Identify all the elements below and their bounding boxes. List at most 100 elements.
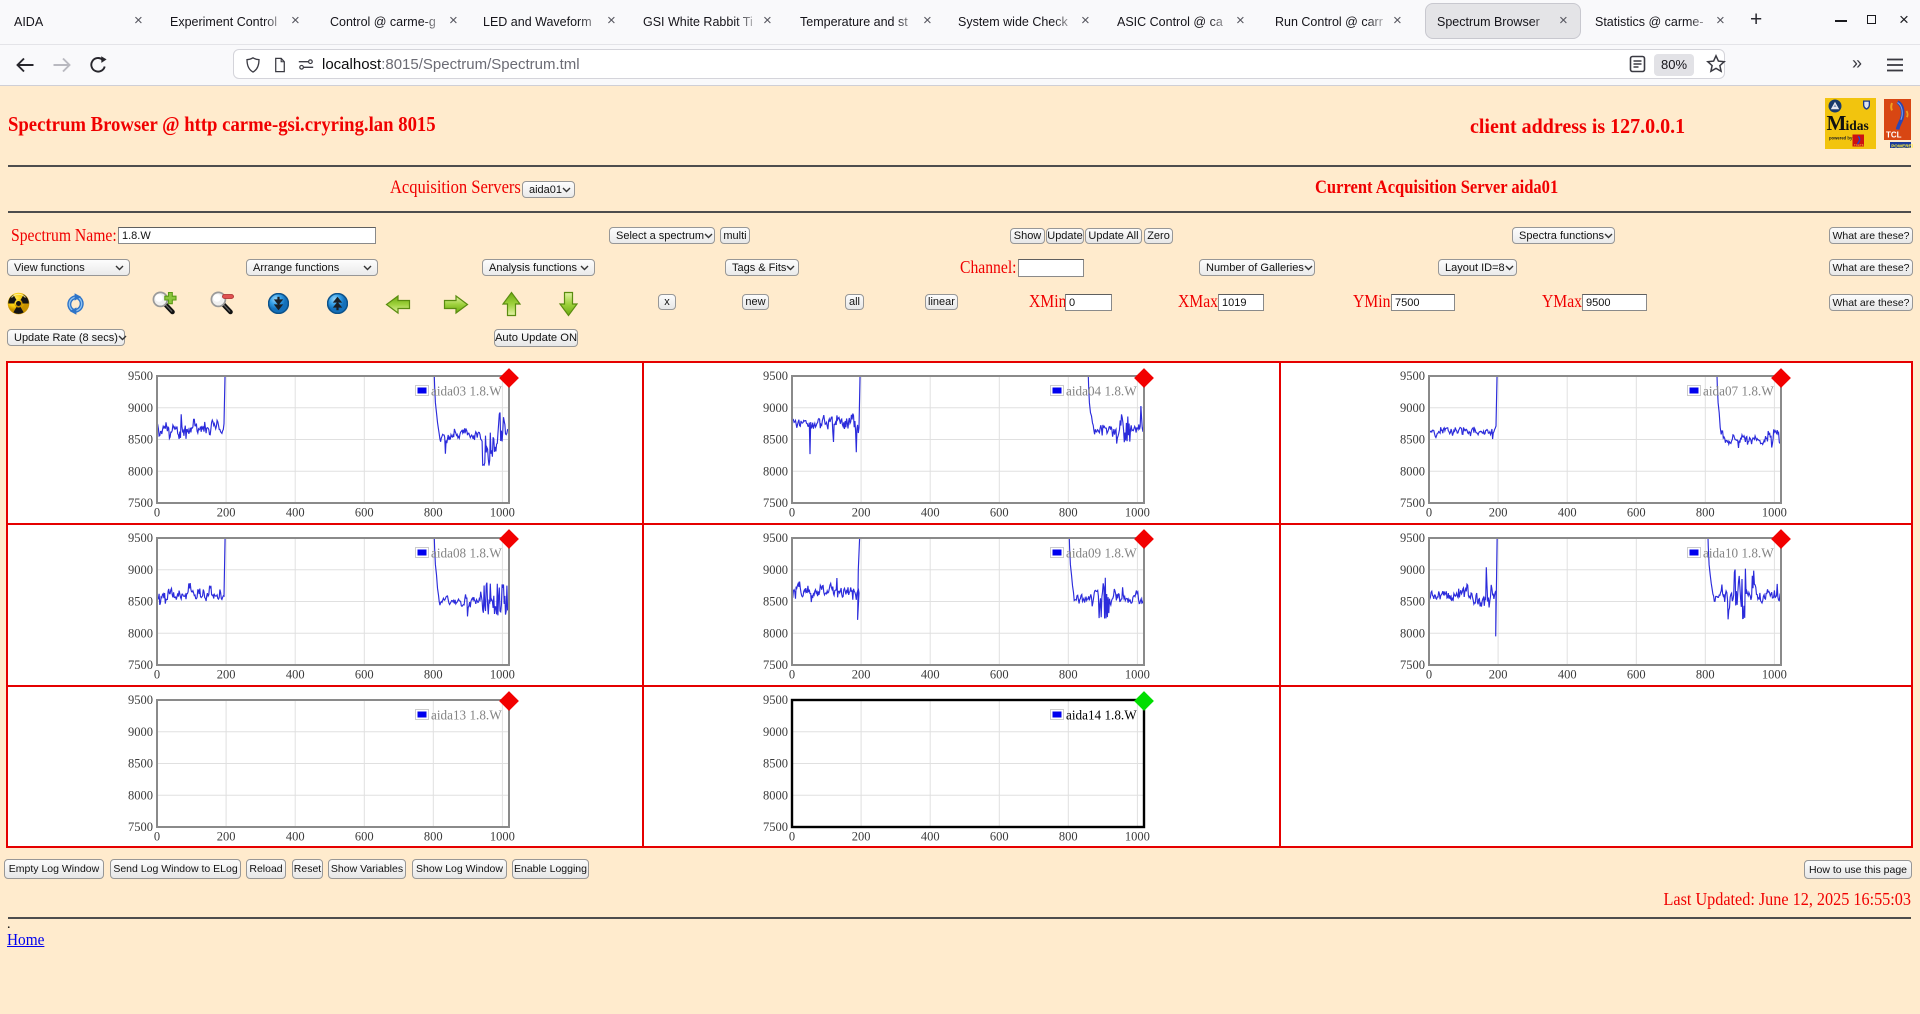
svg-text:400: 400 bbox=[286, 667, 305, 681]
svg-text:9500: 9500 bbox=[128, 693, 153, 707]
svg-text:9500: 9500 bbox=[128, 369, 153, 383]
svg-text:200: 200 bbox=[217, 667, 236, 681]
svg-text:aida03 1.8.W: aida03 1.8.W bbox=[431, 384, 502, 399]
svg-text:600: 600 bbox=[355, 829, 374, 843]
svg-text:aida14 1.8.W: aida14 1.8.W bbox=[1066, 707, 1137, 722]
svg-text:9000: 9000 bbox=[128, 563, 153, 577]
svg-text:600: 600 bbox=[990, 829, 1009, 843]
svg-text:0: 0 bbox=[789, 506, 795, 520]
svg-text:800: 800 bbox=[1059, 667, 1078, 681]
svg-text:1000: 1000 bbox=[490, 506, 515, 520]
svg-text:0: 0 bbox=[154, 667, 160, 681]
svg-text:1000: 1000 bbox=[1761, 667, 1786, 681]
svg-text:8500: 8500 bbox=[128, 756, 153, 770]
svg-text:0: 0 bbox=[154, 506, 160, 520]
svg-text:400: 400 bbox=[286, 506, 305, 520]
svg-text:1000: 1000 bbox=[490, 829, 515, 843]
svg-text:aida13 1.8.W: aida13 1.8.W bbox=[431, 707, 502, 722]
svg-text:aida09 1.8.W: aida09 1.8.W bbox=[1066, 545, 1137, 560]
svg-text:8000: 8000 bbox=[763, 465, 788, 479]
svg-text:400: 400 bbox=[921, 506, 940, 520]
svg-text:7500: 7500 bbox=[1400, 496, 1425, 510]
svg-text:aida10 1.8.W: aida10 1.8.W bbox=[1703, 545, 1774, 560]
svg-text:8000: 8000 bbox=[1400, 465, 1425, 479]
svg-text:8500: 8500 bbox=[763, 756, 788, 770]
svg-text:8000: 8000 bbox=[1400, 626, 1425, 640]
svg-text:400: 400 bbox=[921, 667, 940, 681]
svg-text:0: 0 bbox=[789, 829, 795, 843]
svg-text:600: 600 bbox=[1626, 667, 1645, 681]
svg-text:400: 400 bbox=[1557, 506, 1576, 520]
svg-text:200: 200 bbox=[1488, 506, 1507, 520]
svg-text:200: 200 bbox=[852, 667, 871, 681]
svg-text:7500: 7500 bbox=[763, 658, 788, 672]
svg-text:200: 200 bbox=[852, 506, 871, 520]
svg-text:9500: 9500 bbox=[128, 531, 153, 545]
svg-text:7500: 7500 bbox=[128, 658, 153, 672]
svg-text:9500: 9500 bbox=[763, 369, 788, 383]
svg-text:8500: 8500 bbox=[128, 433, 153, 447]
svg-text:POWERED: POWERED bbox=[1891, 144, 1913, 149]
svg-text:8000: 8000 bbox=[763, 788, 788, 802]
svg-text:200: 200 bbox=[1488, 667, 1507, 681]
svg-text:0: 0 bbox=[1425, 506, 1431, 520]
svg-text:9000: 9000 bbox=[128, 401, 153, 415]
svg-text:7500: 7500 bbox=[128, 496, 153, 510]
svg-text:400: 400 bbox=[286, 829, 305, 843]
svg-text:200: 200 bbox=[852, 829, 871, 843]
svg-text:8000: 8000 bbox=[128, 626, 153, 640]
svg-text:8500: 8500 bbox=[1400, 433, 1425, 447]
svg-text:1000: 1000 bbox=[1761, 506, 1786, 520]
svg-text:8500: 8500 bbox=[1400, 594, 1425, 608]
svg-text:TCL/TK: TCL/TK bbox=[1854, 143, 1864, 147]
svg-text:7500: 7500 bbox=[763, 820, 788, 834]
svg-text:8000: 8000 bbox=[128, 788, 153, 802]
svg-text:1000: 1000 bbox=[490, 667, 515, 681]
svg-text:7500: 7500 bbox=[763, 496, 788, 510]
svg-text:600: 600 bbox=[990, 506, 1009, 520]
svg-text:9000: 9000 bbox=[763, 725, 788, 739]
svg-text:7500: 7500 bbox=[1400, 658, 1425, 672]
svg-text:9500: 9500 bbox=[763, 693, 788, 707]
svg-text:9500: 9500 bbox=[1400, 531, 1425, 545]
svg-text:800: 800 bbox=[424, 829, 443, 843]
svg-text:idas: idas bbox=[1846, 118, 1869, 133]
svg-text:aida07 1.8.W: aida07 1.8.W bbox=[1703, 384, 1774, 399]
svg-text:8500: 8500 bbox=[763, 594, 788, 608]
svg-text:1000: 1000 bbox=[1125, 667, 1150, 681]
svg-text:0: 0 bbox=[1425, 667, 1431, 681]
svg-text:M: M bbox=[1827, 111, 1847, 135]
svg-text:400: 400 bbox=[921, 829, 940, 843]
svg-text:8500: 8500 bbox=[763, 433, 788, 447]
svg-text:9000: 9000 bbox=[763, 563, 788, 577]
svg-text:TCL: TCL bbox=[1886, 131, 1902, 140]
svg-text:800: 800 bbox=[1059, 829, 1078, 843]
svg-text:1000: 1000 bbox=[1125, 506, 1150, 520]
svg-text:800: 800 bbox=[424, 506, 443, 520]
svg-text:400: 400 bbox=[1557, 667, 1576, 681]
svg-text:9500: 9500 bbox=[1400, 369, 1425, 383]
svg-text:8000: 8000 bbox=[763, 626, 788, 640]
svg-text:200: 200 bbox=[217, 829, 236, 843]
svg-text:0: 0 bbox=[154, 829, 160, 843]
svg-text:600: 600 bbox=[1626, 506, 1645, 520]
svg-text:1000: 1000 bbox=[1125, 829, 1150, 843]
svg-text:600: 600 bbox=[355, 667, 374, 681]
svg-text:0: 0 bbox=[789, 667, 795, 681]
svg-text:7500: 7500 bbox=[128, 820, 153, 834]
svg-text:600: 600 bbox=[990, 667, 1009, 681]
svg-text:8500: 8500 bbox=[128, 594, 153, 608]
svg-text:powered by: powered by bbox=[1829, 136, 1853, 141]
svg-text:aida04 1.8.W: aida04 1.8.W bbox=[1066, 384, 1137, 399]
svg-text:800: 800 bbox=[1695, 506, 1714, 520]
svg-text:200: 200 bbox=[217, 506, 236, 520]
svg-text:9000: 9000 bbox=[1400, 563, 1425, 577]
svg-text:aida08 1.8.W: aida08 1.8.W bbox=[431, 545, 502, 560]
svg-text:9500: 9500 bbox=[763, 531, 788, 545]
svg-text:9000: 9000 bbox=[1400, 401, 1425, 415]
svg-text:8000: 8000 bbox=[128, 465, 153, 479]
svg-text:800: 800 bbox=[1059, 506, 1078, 520]
svg-text:600: 600 bbox=[355, 506, 374, 520]
svg-text:9000: 9000 bbox=[128, 725, 153, 739]
svg-text:800: 800 bbox=[1695, 667, 1714, 681]
